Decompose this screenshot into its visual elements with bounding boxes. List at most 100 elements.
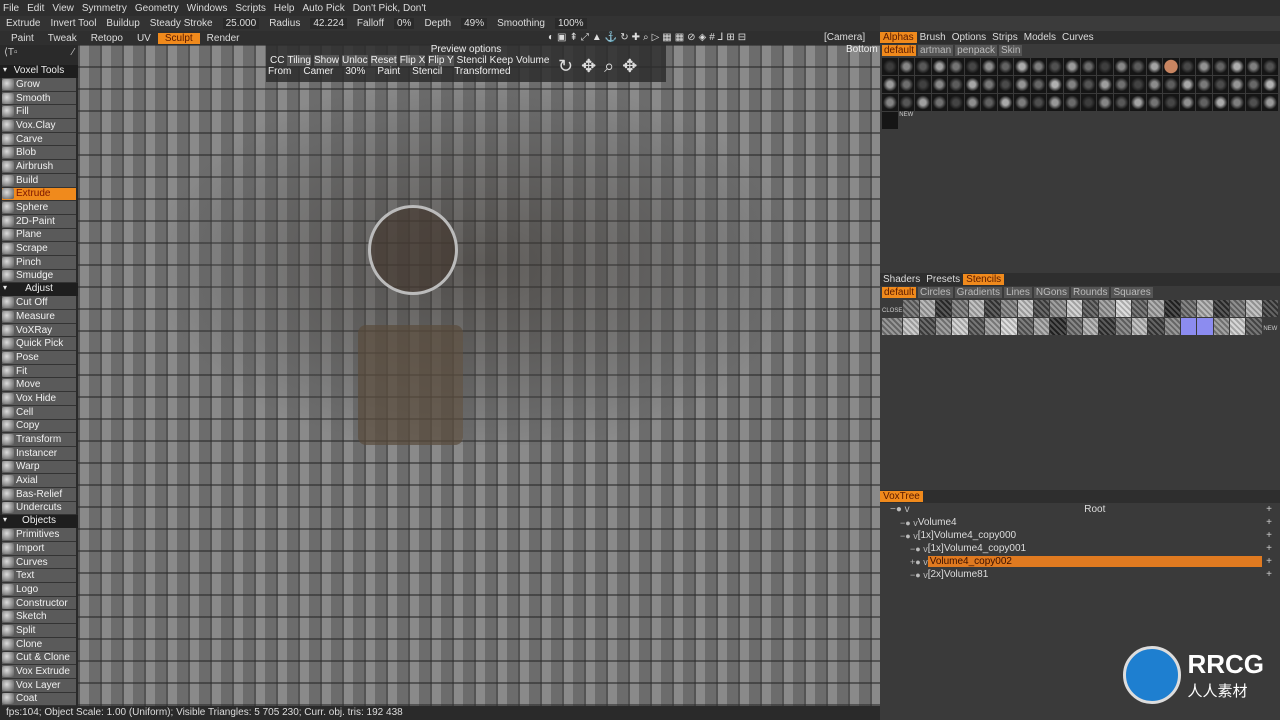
alpha-brush-icon[interactable] [882, 76, 898, 93]
menu-windows[interactable]: Windows [187, 3, 228, 14]
add-icon[interactable]: + [1266, 543, 1272, 554]
tool-vox-layer[interactable]: Vox Layer [2, 678, 76, 693]
stencil-icon[interactable] [1230, 318, 1246, 335]
alpha-brush-icon[interactable] [1030, 76, 1047, 93]
tab-stencils[interactable]: Stencils [963, 274, 1005, 285]
alpha-set-artman[interactable]: artman [918, 44, 954, 56]
add-icon[interactable]: + [1266, 530, 1272, 541]
alpha-brush-icon[interactable] [1113, 58, 1130, 75]
menu-don-t-pick-don-t[interactable]: Don't Pick, Don't [353, 3, 426, 14]
alpha-brush-icon[interactable] [1130, 76, 1146, 93]
tab-options[interactable]: Options [949, 32, 989, 43]
stencil-icon[interactable] [1099, 300, 1115, 317]
section-adjust[interactable]: Adjust [0, 283, 78, 297]
stencil-icon[interactable] [1213, 318, 1229, 335]
alpha-brush-icon[interactable] [1229, 58, 1245, 75]
alpha-brush-icon[interactable] [964, 94, 981, 111]
stencil-icon[interactable] [1197, 300, 1213, 317]
menu-view[interactable]: View [52, 3, 74, 14]
tab-sculpt[interactable]: Sculpt [157, 32, 200, 44]
tool-extrude[interactable]: Extrude [2, 187, 76, 202]
preview-reset-button[interactable]: Reset [370, 55, 397, 66]
alpha-brush-icon[interactable] [1245, 58, 1262, 75]
alpha-brush-icon[interactable] [882, 112, 898, 129]
tool-sphere[interactable]: Sphere [2, 201, 76, 215]
tool-name[interactable]: Extrude [6, 18, 40, 29]
tool-blob[interactable]: Blob [2, 146, 76, 161]
stencil-icon[interactable] [936, 300, 952, 317]
tab-presets[interactable]: Presets [923, 274, 963, 285]
smoothing-input[interactable]: 100% [554, 18, 587, 29]
voxtree-item[interactable]: −● v [1x]Volume4_copy000 + [880, 529, 1280, 542]
preview-30-option[interactable]: 30% [345, 66, 365, 77]
stencil-icon[interactable] [919, 300, 935, 317]
alpha-brush-icon[interactable] [1063, 94, 1080, 111]
alpha-brush-icon[interactable] [964, 76, 981, 93]
alpha-brush-icon[interactable] [882, 58, 898, 75]
tool-cut-clone[interactable]: Cut & Clone [2, 651, 76, 666]
stencil-icon[interactable] [1050, 318, 1066, 335]
preview-flip-y-button[interactable]: Flip Y [428, 55, 454, 66]
alpha-set-penpack[interactable]: penpack [955, 44, 997, 56]
stencil-icon[interactable] [1181, 300, 1197, 317]
tool-copy[interactable]: Copy [2, 419, 76, 434]
visibility-icon[interactable]: +● v [880, 557, 928, 567]
stencil-icon[interactable] [968, 318, 984, 335]
tool-vox-extrude[interactable]: Vox Extrude [2, 665, 76, 679]
alpha-brush-icon[interactable] [1179, 94, 1196, 111]
voxtree-item[interactable]: −● v [2x]Volume81 + [880, 568, 1280, 581]
visibility-icon[interactable]: −● v [880, 570, 928, 580]
alpha-brush-icon[interactable] [1113, 94, 1130, 111]
voxtree-item[interactable]: −● v Volume4 + [880, 516, 1280, 529]
preview-cc-button[interactable]: CC [270, 55, 284, 66]
stencil-icon[interactable] [1164, 300, 1180, 317]
stencil-set-ngons[interactable]: NGons [1033, 286, 1069, 298]
tool-airbrush[interactable]: Airbrush [2, 160, 76, 174]
alpha-brush-icon[interactable] [1262, 58, 1278, 75]
add-icon[interactable]: + [1266, 517, 1272, 528]
alpha-brush-icon[interactable] [964, 58, 981, 75]
voxtree-root[interactable]: −● v Root + [880, 503, 1280, 516]
alpha-brush-icon[interactable] [948, 58, 964, 75]
menu-symmetry[interactable]: Symmetry [82, 3, 127, 14]
menu-file[interactable]: File [3, 3, 19, 14]
stencil-icon[interactable] [1115, 318, 1131, 335]
preview-camer-option[interactable]: Camer [303, 66, 333, 77]
tool-quick-pick[interactable]: Quick Pick [2, 337, 76, 352]
stencil-icon[interactable] [1164, 318, 1180, 335]
radius-input[interactable]: 42.224 [310, 18, 347, 29]
alpha-brush-icon[interactable] [1212, 58, 1229, 75]
alpha-brush-icon[interactable] [1047, 58, 1063, 75]
alpha-brush-icon[interactable] [1245, 94, 1262, 111]
alpha-brush-icon[interactable] [1146, 94, 1163, 111]
preview-volume-button[interactable]: Volume [516, 55, 549, 66]
alpha-brush-icon[interactable] [1179, 58, 1196, 75]
tool-undercuts[interactable]: Undercuts [2, 501, 76, 516]
tool-cut-off[interactable]: Cut Off [2, 296, 76, 310]
tab-uv[interactable]: UV [130, 33, 158, 44]
stencil-set-default[interactable]: default [882, 286, 917, 298]
buildup-toggle[interactable]: Buildup [106, 18, 139, 29]
tab-render[interactable]: Render [200, 33, 247, 44]
alpha-brush-icon[interactable] [1146, 76, 1163, 93]
alpha-brush-icon[interactable] [915, 94, 931, 111]
alpha-brush-icon[interactable] [997, 76, 1014, 93]
alpha-brush-icon[interactable] [1163, 76, 1179, 93]
tool-move[interactable]: Move [2, 378, 76, 393]
stencil-icon[interactable] [985, 300, 1001, 317]
section-voxel-tools[interactable]: Voxel Tools [0, 65, 78, 78]
tool-primitives[interactable]: Primitives [2, 528, 76, 542]
alpha-brush-icon[interactable] [1196, 94, 1212, 111]
tool-axial[interactable]: Axial [2, 474, 76, 488]
visibility-icon[interactable]: −● v [880, 531, 918, 541]
tab-voxtree[interactable]: VoxTree [880, 491, 923, 502]
stencil-icon[interactable] [1246, 300, 1262, 317]
alpha-brush-icon[interactable] [981, 58, 997, 75]
tool-cell[interactable]: Cell [2, 405, 76, 420]
tool-build[interactable]: Build [2, 173, 76, 188]
stencil-icon[interactable] [1246, 318, 1262, 335]
stencil-icon[interactable] [985, 318, 1001, 335]
alpha-brush-icon[interactable] [997, 94, 1014, 111]
tool-voxray[interactable]: VoXRay [2, 323, 76, 338]
tool-text[interactable]: Text [2, 569, 76, 584]
